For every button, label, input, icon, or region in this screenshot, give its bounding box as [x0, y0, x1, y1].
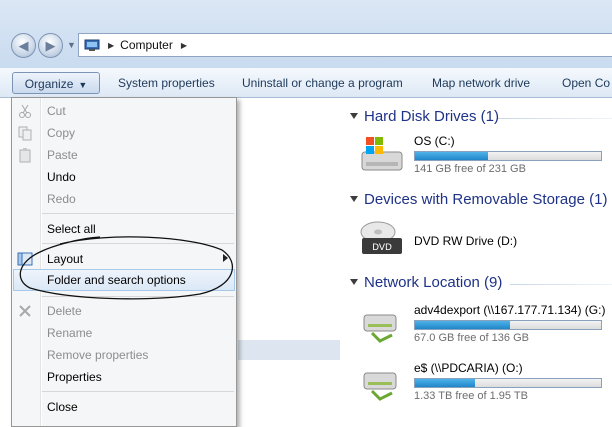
menu-label: Paste [47, 148, 78, 162]
menu-item-paste[interactable]: Paste [12, 145, 236, 165]
address-bar-area: ◀ ▶ ▼ ▶ Computer ▶ [0, 0, 612, 68]
drive-label: DVD RW Drive (D:) [414, 234, 518, 248]
breadcrumb-computer[interactable]: Computer [120, 38, 173, 52]
drives-content-pane: Hard Disk Drives (1) OS (C:) 141 GB free… [340, 98, 612, 419]
drive-item-o[interactable]: e$ (\\PDCARIA) (O:) 1.33 TB free of 1.95… [358, 361, 612, 405]
menu-item-select-all[interactable]: Select all [12, 219, 236, 239]
submenu-arrow-icon [223, 254, 228, 262]
drive-label: e$ (\\PDCARIA) (O:) [414, 361, 523, 375]
menu-label: Select all [47, 222, 96, 236]
back-arrow-icon: ◀ [18, 37, 29, 53]
group-header-network[interactable]: Network Location (9) [340, 274, 612, 294]
menu-label: Close [47, 400, 78, 414]
menu-label: Undo [47, 170, 76, 184]
drive-usage-bar [414, 378, 602, 388]
command-toolbar: Organize ▼ System properties Uninstall or… [0, 68, 612, 98]
recent-pages-dropdown-icon[interactable]: ▼ [67, 40, 76, 50]
system-properties-button[interactable]: System properties [118, 72, 215, 94]
menu-separator [42, 296, 234, 297]
svg-text:DVD: DVD [372, 243, 392, 253]
collapse-arrow-icon[interactable] [350, 196, 358, 202]
menu-label: Folder and search options [47, 273, 186, 287]
menu-item-layout[interactable]: Layout [12, 249, 236, 269]
menu-item-remove-properties[interactable]: Remove properties [12, 345, 236, 365]
nav-selection-strip [238, 340, 340, 360]
menu-label: Copy [47, 126, 76, 140]
menu-label: Remove properties [47, 348, 149, 362]
drive-item-g[interactable]: adv4dexport (\\167.177.71.134) (G:) 67.0… [358, 303, 612, 347]
drive-usage-fill [415, 379, 475, 387]
drive-usage-fill [415, 152, 488, 160]
back-button[interactable]: ◀ [11, 33, 36, 58]
organize-button[interactable]: Organize ▼ [12, 72, 100, 94]
address-input[interactable]: ▶ Computer ▶ [78, 33, 612, 57]
menu-label: Rename [47, 326, 93, 340]
group-header-hard-disk[interactable]: Hard Disk Drives (1) [340, 108, 612, 128]
drive-free-space: 67.0 GB free of 136 GB [414, 332, 529, 344]
menu-item-close[interactable]: Close [12, 397, 236, 417]
drive-usage-fill [415, 321, 510, 329]
group-title: Hard Disk Drives (1) [364, 108, 500, 125]
drive-free-space: 141 GB free of 231 GB [414, 163, 526, 175]
forward-arrow-icon: ▶ [45, 37, 56, 53]
hard-drive-windows-icon [361, 137, 403, 171]
menu-item-rename[interactable]: Rename [12, 323, 236, 343]
menu-item-copy[interactable]: Copy [12, 123, 236, 143]
computer-icon [84, 39, 100, 51]
drive-item-d[interactable]: DVD DVD RW Drive (D:) [358, 218, 612, 262]
menu-item-properties[interactable]: Properties [12, 367, 236, 387]
collapse-arrow-icon[interactable] [350, 113, 358, 119]
copy-icon [18, 126, 32, 141]
drive-usage-bar [414, 320, 602, 330]
menu-label: Redo [47, 192, 76, 206]
network-drive-icon [363, 314, 397, 343]
collapse-arrow-icon[interactable] [350, 279, 358, 285]
group-title: Devices with Removable Storage (1) [364, 191, 608, 208]
menu-separator [42, 391, 234, 392]
menu-label: Cut [47, 104, 66, 118]
menu-separator [42, 243, 234, 244]
menu-label: Layout [47, 252, 84, 266]
breadcrumb-separator-icon[interactable]: ▶ [181, 41, 187, 50]
layout-icon [17, 252, 33, 266]
group-divider [498, 118, 612, 119]
organize-menu: Cut Copy Paste Undo Redo Select all Layo… [11, 97, 237, 427]
drive-usage-bar [414, 151, 602, 161]
menu-item-redo[interactable]: Redo [12, 189, 236, 209]
dvd-drive-icon: DVD [360, 221, 402, 254]
chevron-down-icon: ▼ [78, 80, 88, 90]
menu-item-delete[interactable]: Delete [12, 301, 236, 321]
delete-x-icon [19, 305, 31, 317]
drive-label: OS (C:) [414, 134, 455, 148]
scissors-icon [19, 104, 31, 118]
menu-label: Properties [47, 370, 102, 384]
forward-button[interactable]: ▶ [38, 33, 63, 58]
breadcrumb-separator-icon[interactable]: ▶ [108, 41, 114, 50]
menu-item-folder-options[interactable]: Folder and search options [13, 269, 235, 291]
menu-item-cut[interactable]: Cut [12, 101, 236, 121]
organize-label: Organize [24, 77, 74, 91]
drive-label: adv4dexport (\\167.177.71.134) (G:) [414, 303, 606, 317]
group-divider [510, 284, 612, 285]
group-header-removable[interactable]: Devices with Removable Storage (1) [340, 191, 612, 211]
uninstall-program-button[interactable]: Uninstall or change a program [242, 72, 403, 94]
menu-separator [42, 213, 234, 214]
group-title: Network Location (9) [364, 274, 503, 291]
drive-item-c[interactable]: OS (C:) 141 GB free of 231 GB [358, 134, 612, 178]
drive-free-space: 1.33 TB free of 1.95 TB [414, 390, 528, 402]
open-control-panel-button[interactable]: Open Co [562, 72, 610, 94]
network-drive-icon [363, 372, 397, 401]
map-network-drive-button[interactable]: Map network drive [432, 72, 530, 94]
menu-label: Delete [47, 304, 82, 318]
clipboard-icon [19, 148, 31, 163]
menu-item-undo[interactable]: Undo [12, 167, 236, 187]
